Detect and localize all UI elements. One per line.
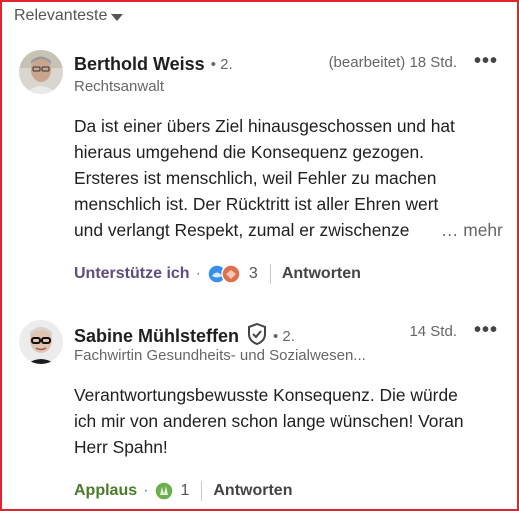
see-more-link[interactable]: … mehr (441, 217, 503, 243)
reaction-count[interactable]: 1 (180, 482, 189, 500)
reply-button[interactable]: Antworten (282, 265, 361, 283)
sort-dropdown[interactable]: Relevanteste (14, 7, 124, 25)
reaction-count[interactable]: 3 (249, 265, 258, 283)
timestamp: 18 Std. (409, 54, 457, 71)
author-name[interactable]: Sabine Mühlsteffen (74, 326, 239, 347)
author-name[interactable]: Berthold Weiss (74, 54, 205, 75)
text-line: hieraus umgehend die Konsequenz gezogen. (74, 142, 425, 162)
text-line: menschlich ist. Der Rücktritt ist aller … (74, 194, 439, 214)
celebrate-icon (154, 481, 175, 501)
timestamp: 14 Std. (409, 323, 457, 340)
reaction-icons[interactable] (154, 481, 175, 501)
more-options-icon[interactable]: ••• (474, 50, 498, 73)
text-line: Da ist einer übers Ziel hinausgeschossen… (74, 116, 455, 136)
text-line: und verlangt Respekt, zumal er zwischenz… (74, 220, 410, 240)
text-line: ich mir von anderen schon lange wünschen… (74, 411, 464, 431)
text-line: Herr Spahn! (74, 437, 168, 457)
text-line: Verantwortungsbewusste Konsequenz. Die w… (74, 385, 458, 405)
comment-text: Verantwortungsbewusste Konsequenz. Die w… (74, 382, 504, 460)
support-reaction-button[interactable]: Unterstütze ich (74, 265, 190, 283)
comment-meta: 14 Std. (409, 323, 457, 340)
applause-reaction-button[interactable]: Applaus (74, 482, 137, 500)
divider (269, 264, 271, 284)
edited-label: (bearbeitet) (328, 54, 406, 71)
comment-actions: Unterstütze ich · 3 Antworten (74, 264, 361, 284)
comment-actions: Applaus · 1 Antworten (74, 481, 292, 501)
separator-dot: · (143, 482, 149, 499)
verified-shield-icon (247, 322, 267, 350)
author-headline: Rechtsanwalt (74, 78, 165, 95)
reaction-icons[interactable] (207, 264, 243, 284)
reply-button[interactable]: Antworten (213, 482, 292, 500)
divider (201, 481, 203, 501)
text-line-last: und verlangt Respekt, zumal er zwischenz… (74, 217, 504, 243)
author-row: Sabine Mühlsteffen • 2. (74, 322, 295, 350)
connection-degree: • 2. (273, 328, 295, 345)
separator-dot: · (195, 265, 201, 282)
text-line: Ersteres ist menschlich, weil Fehler zu … (74, 168, 437, 188)
comment-meta: (bearbeitet) 18 Std. (329, 54, 457, 71)
comment-text: Da ist einer übers Ziel hinausgeschossen… (74, 113, 504, 243)
more-options-icon[interactable]: ••• (474, 319, 498, 342)
support-icon (207, 264, 241, 284)
sort-label: Relevanteste (14, 7, 108, 24)
author-headline: Fachwirtin Gesundheits- und Sozialwesen.… (74, 347, 366, 364)
avatar[interactable] (19, 320, 63, 364)
avatar[interactable] (19, 50, 63, 94)
author-row: Berthold Weiss • 2. (74, 54, 233, 75)
connection-degree: • 2. (210, 56, 233, 73)
caret-down-icon (111, 13, 124, 21)
